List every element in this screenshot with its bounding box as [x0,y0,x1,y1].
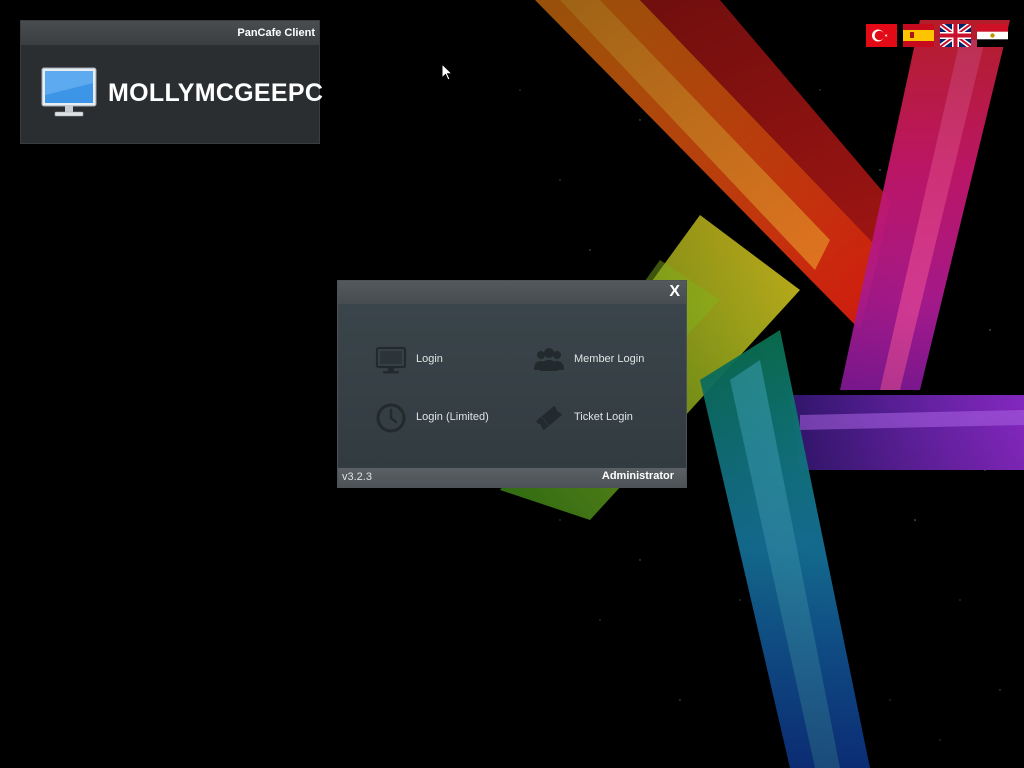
monitor-icon [41,67,97,117]
turkish-flag-icon[interactable] [866,24,897,47]
login-label: Login [416,353,443,365]
administrator-button[interactable]: Administrator [602,470,674,482]
dialog-titlebar: X [338,281,686,304]
client-panel-header: PanCafe Client [21,21,319,45]
member-login-label: Member Login [574,353,645,365]
english-flag-icon[interactable] [940,24,971,47]
cursor-icon [441,63,453,81]
users-icon [534,348,564,371]
spanish-flag-icon[interactable] [903,24,934,47]
computer-name: MOLLYMCGEEPC [108,79,324,107]
login-limited-button[interactable]: Login (Limited) [374,401,524,435]
client-info-panel: PanCafe Client MOLLYMCGEEPC [20,20,323,145]
dialog-statusbar: v3.2.3 Administrator [338,468,686,487]
ticket-login-label: Ticket Login [574,411,633,423]
client-app-title: PanCafe Client [237,27,315,39]
login-dialog: X Login Member Login Login (Limited) Tic… [337,280,687,488]
desktop: PanCafe Client MOLLYMCGEEPC X Login Memb… [0,0,1024,768]
close-button[interactable]: X [669,283,680,301]
clock-icon [376,403,406,433]
login-limited-label: Login (Limited) [416,411,489,423]
member-login-button[interactable]: Member Login [532,343,682,377]
monitor-icon [375,346,407,374]
dialog-body: Login Member Login Login (Limited) Ticke… [338,304,686,468]
ticket-login-button[interactable]: Ticket Login [532,401,682,435]
login-button[interactable]: Login [374,343,524,377]
arabic-flag-icon[interactable] [977,24,1008,47]
version-label: v3.2.3 [342,471,372,483]
language-flags [866,24,1010,48]
ticket-icon [535,405,563,431]
client-panel-body: MOLLYMCGEEPC [21,45,323,145]
